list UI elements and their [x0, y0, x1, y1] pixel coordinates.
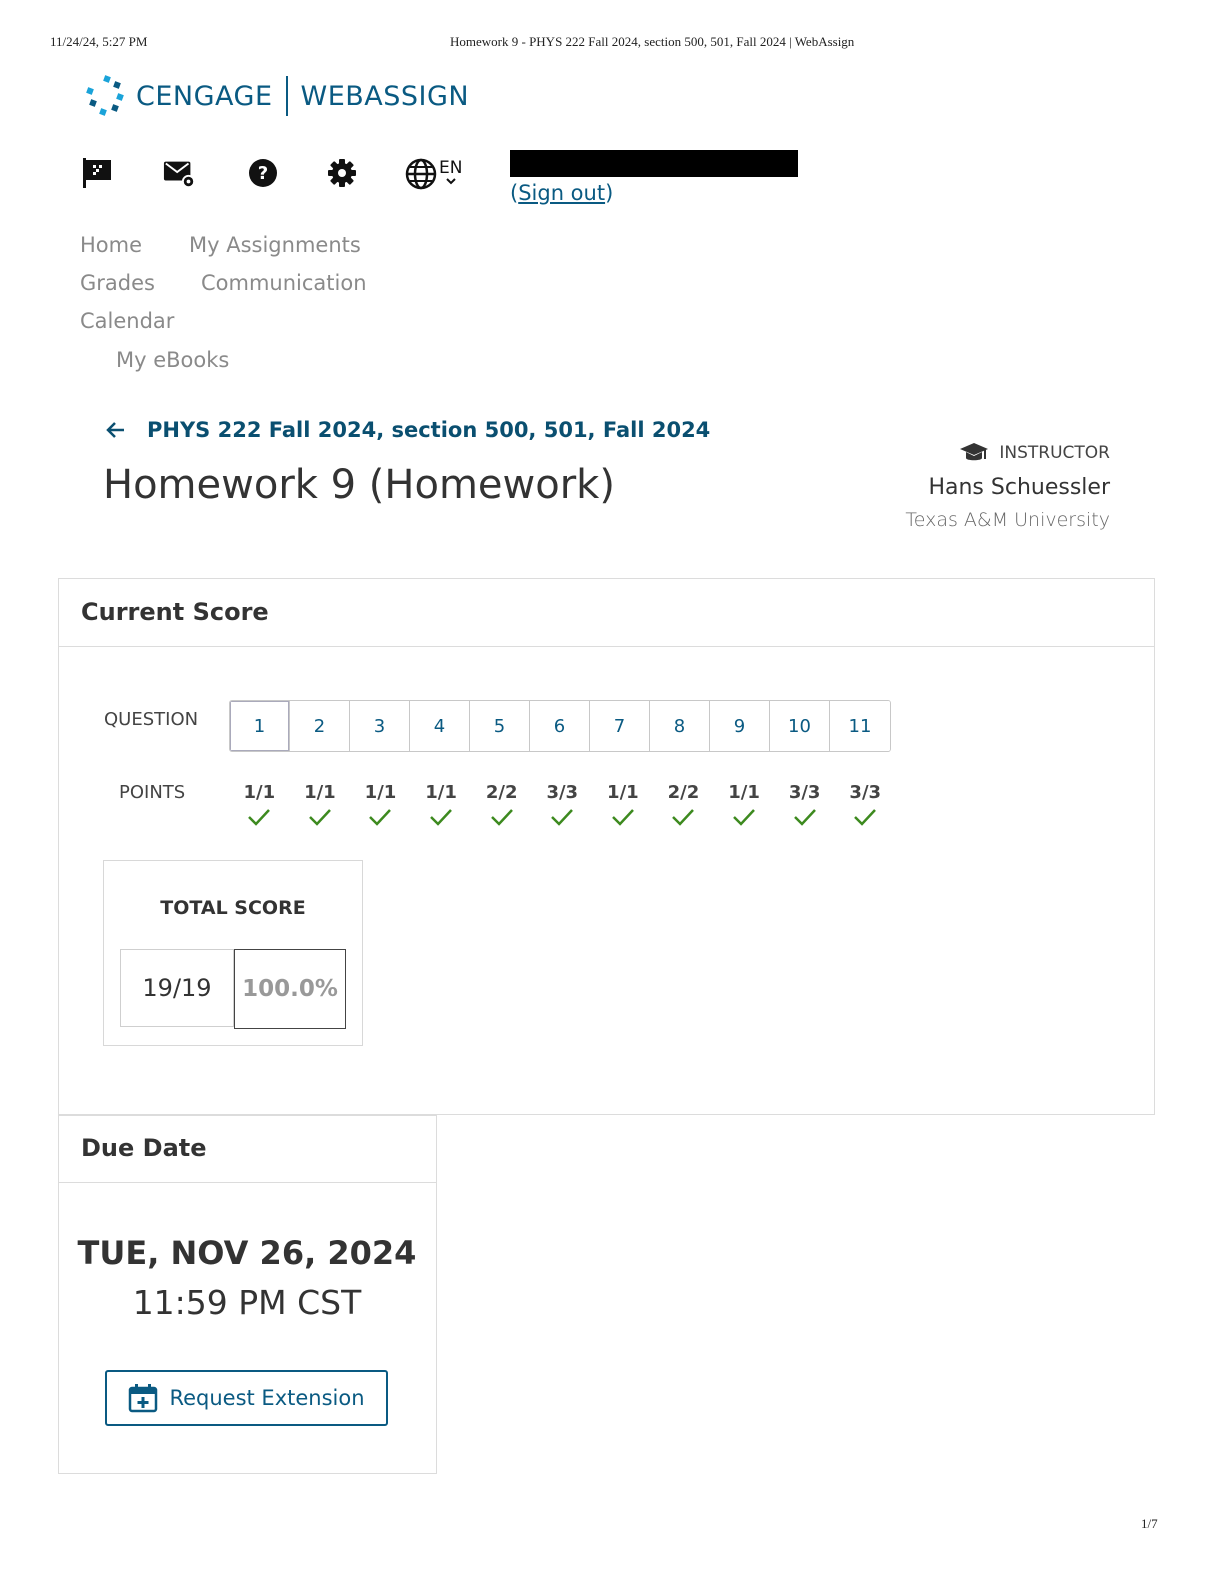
print-page-title: Homework 9 - PHYS 222 Fall 2024, section… — [450, 34, 855, 49]
correct-check-icon — [532, 806, 593, 836]
due-date-header: Due Date — [59, 1116, 436, 1183]
points-item: 1/1 — [290, 782, 351, 836]
question-link-8[interactable]: 8 — [650, 701, 710, 751]
sign-out-paren-close: ) — [605, 181, 614, 205]
total-score-percent: 100.0% — [234, 949, 346, 1029]
brand-webassign: WEBASSIGN — [300, 80, 470, 112]
cengage-logo-icon — [86, 75, 124, 116]
instructor-name: Hans Schuessler — [928, 475, 1110, 500]
due-date-heading: Due Date — [81, 1134, 207, 1162]
current-score-heading: Current Score — [81, 598, 269, 626]
points-item: 1/1 — [350, 782, 411, 836]
question-link-2[interactable]: 2 — [290, 701, 350, 751]
points-item: 3/3 — [835, 782, 896, 836]
due-date: TUE, NOV 26, 2024 — [77, 1234, 417, 1272]
question-link-7[interactable]: 7 — [590, 701, 650, 751]
breadcrumb[interactable]: PHYS 222 Fall 2024, section 500, 501, Fa… — [104, 418, 710, 442]
correct-check-icon — [350, 806, 411, 836]
gear-icon[interactable] — [325, 156, 359, 190]
sign-out-link[interactable]: Sign out — [518, 181, 605, 205]
correct-check-icon — [653, 806, 714, 836]
correct-check-icon — [229, 806, 290, 836]
question-link-6[interactable]: 6 — [530, 701, 590, 751]
arrow-left-icon — [106, 422, 124, 438]
total-score-fraction: 19/19 — [120, 949, 234, 1027]
points-value: 2/2 — [667, 782, 700, 803]
print-datetime: 11/24/24, 5:27 PM — [50, 34, 148, 49]
current-score-header: Current Score — [59, 579, 1154, 647]
question-link-3[interactable]: 3 — [350, 701, 410, 751]
question-link-1[interactable]: 1 — [230, 701, 290, 751]
correct-check-icon — [835, 806, 896, 836]
language-selector[interactable]: EN — [405, 158, 462, 190]
request-extension-label: Request Extension — [169, 1386, 365, 1410]
question-label: QUESTION — [104, 709, 199, 730]
points-value: 1/1 — [607, 782, 639, 803]
question-navigator: 1 2 3 4 5 6 7 8 9 10 11 — [229, 700, 891, 752]
page-number: 1/7 — [1141, 1516, 1158, 1531]
question-link-4[interactable]: 4 — [410, 701, 470, 751]
page-title: Homework 9 (Homework) — [103, 462, 615, 508]
sign-out-paren-open: ( — [510, 181, 519, 205]
points-row: 1/1 1/1 1/1 1/1 2/2 3/3 1/1 2/2 1/1 3/3 3/3 — [229, 782, 896, 836]
globe-icon — [405, 158, 437, 190]
correct-check-icon — [411, 806, 472, 836]
brand-divider — [285, 76, 288, 116]
question-link-5[interactable]: 5 — [470, 701, 530, 751]
total-score-box: TOTAL SCORE 19/19 100.0% — [103, 860, 363, 1046]
nav-my-ebooks[interactable]: My eBooks — [116, 348, 229, 372]
points-item: 1/1 — [229, 782, 290, 836]
question-link-11[interactable]: 11 — [830, 701, 890, 751]
correct-check-icon — [471, 806, 532, 836]
points-value: 2/2 — [485, 782, 518, 803]
mail-settings-icon[interactable] — [163, 156, 197, 190]
points-item: 1/1 — [714, 782, 775, 836]
nav-calendar[interactable]: Calendar — [80, 309, 174, 333]
correct-check-icon — [593, 806, 654, 836]
redacted-username — [510, 150, 798, 177]
breadcrumb-course[interactable]: PHYS 222 Fall 2024, section 500, 501, Fa… — [147, 418, 710, 442]
brand-cengage: CENGAGE — [136, 80, 273, 112]
chevron-down-icon — [446, 178, 456, 185]
graduation-cap-icon — [960, 443, 989, 461]
points-item: 1/1 — [593, 782, 654, 836]
instructor-label: INSTRUCTOR — [959, 442, 1110, 464]
correct-check-icon — [774, 806, 835, 836]
points-value: 1/1 — [243, 782, 276, 803]
points-item: 1/1 — [411, 782, 472, 836]
points-value: 3/3 — [546, 782, 579, 803]
question-link-9[interactable]: 9 — [710, 701, 770, 751]
correct-check-icon — [714, 806, 775, 836]
total-score-label: TOTAL SCORE — [160, 897, 306, 919]
request-extension-button[interactable]: Request Extension — [105, 1370, 388, 1426]
points-value: 1/1 — [304, 782, 336, 803]
calendar-plus-icon — [129, 1384, 158, 1413]
points-value: 1/1 — [425, 782, 457, 803]
points-item: 3/3 — [532, 782, 593, 836]
sign-out: (Sign out) — [510, 181, 613, 205]
nav-home[interactable]: Home — [80, 233, 142, 257]
help-icon[interactable]: ? — [246, 156, 280, 190]
nav-communication[interactable]: Communication — [201, 271, 367, 295]
svg-text:?: ? — [258, 163, 268, 184]
nav-my-assignments[interactable]: My Assignments — [189, 233, 361, 257]
points-item: 3/3 — [774, 782, 835, 836]
points-value: 3/3 — [788, 782, 821, 803]
instructor-university: Texas A&M University — [905, 509, 1110, 531]
instructor-label-text: INSTRUCTOR — [999, 443, 1110, 463]
brand-logo[interactable]: CENGAGE WEBASSIGN — [84, 74, 469, 118]
points-value: 1/1 — [364, 782, 397, 803]
question-link-10[interactable]: 10 — [770, 701, 830, 751]
language-code: EN — [439, 158, 463, 178]
points-label: POINTS — [119, 782, 186, 803]
nav-grades[interactable]: Grades — [80, 271, 155, 295]
due-time: 11:59 PM CST — [132, 1283, 362, 1322]
flag-icon[interactable] — [80, 156, 114, 190]
points-value: 3/3 — [849, 782, 882, 803]
correct-check-icon — [290, 806, 351, 836]
points-item: 2/2 — [653, 782, 714, 836]
points-value: 1/1 — [728, 782, 760, 803]
points-item: 2/2 — [471, 782, 532, 836]
